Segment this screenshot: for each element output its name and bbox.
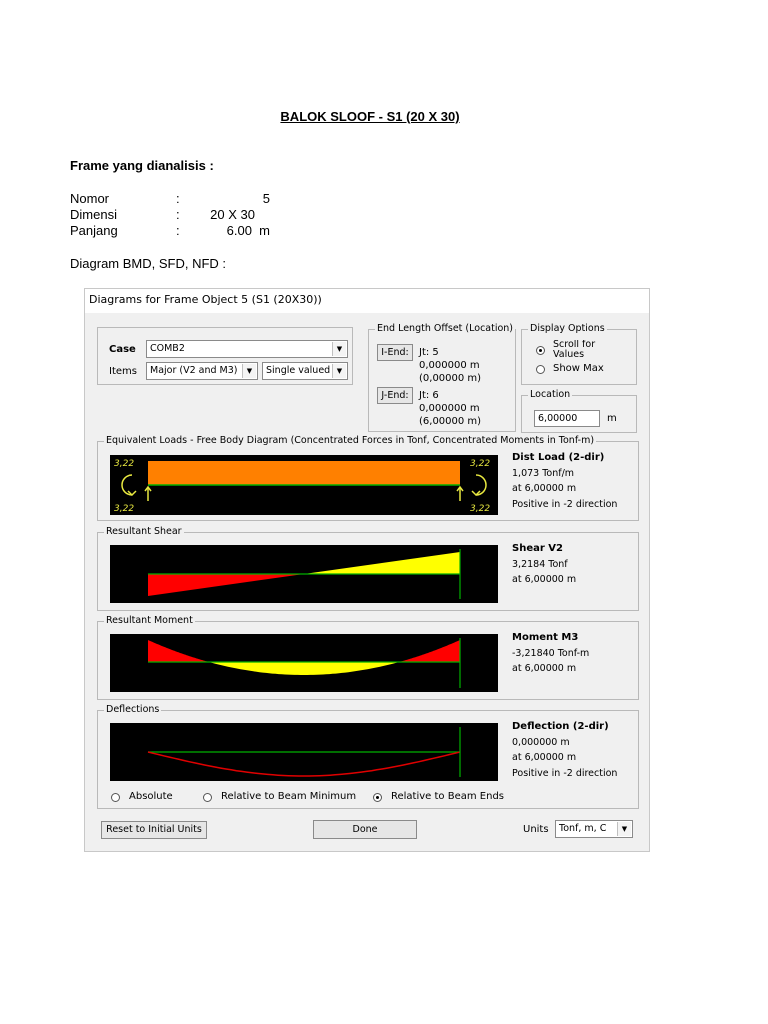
deflection-value: 0,000000 m — [512, 736, 570, 748]
resultant-moment-label: Resultant Moment — [104, 615, 195, 626]
resultant-shear-label: Resultant Shear — [104, 526, 184, 537]
section-title: Frame yang dianalisis : — [70, 158, 214, 173]
case-select[interactable]: COMB2 ▼ — [146, 340, 348, 358]
scroll-values-label: Scroll for Values — [553, 340, 596, 360]
location-unit: m — [607, 413, 617, 424]
i-end-offset: 0,000000 m — [419, 360, 480, 371]
info-colon: : — [176, 223, 180, 238]
moment-diagram — [110, 634, 498, 692]
chevron-down-icon: ▼ — [617, 822, 631, 836]
diagram-caption: Diagram BMD, SFD, NFD : — [70, 256, 227, 271]
i-end-location: (0,00000 m) — [419, 373, 482, 384]
moment-heading: Moment M3 — [512, 632, 579, 643]
items-mode-select[interactable]: Single valued ▼ — [262, 362, 348, 380]
location-input[interactable]: 6,00000 — [534, 410, 600, 427]
items-mode-value: Single valued — [266, 365, 331, 376]
moment-info: Moment M3 -3,21840 Tonf-m at 6,00000 m — [512, 630, 589, 677]
resultant-shear-panel: Resultant Shear Shear V2 3,2184 Tonf at … — [97, 526, 639, 611]
chevron-down-icon: ▼ — [332, 364, 346, 378]
distributed-load-bar — [148, 461, 460, 485]
document-title: BALOK SLOOF - S1 (20 X 30) — [280, 109, 460, 124]
dist-load-location: at 6,00000 m — [512, 483, 577, 494]
shear-diagram — [110, 545, 498, 603]
info-label: Panjang — [70, 223, 118, 238]
show-max-label: Show Max — [553, 363, 604, 374]
items-label: Items — [109, 366, 137, 377]
shear-info: Shear V2 3,2184 Tonf at 6,00000 m — [512, 541, 576, 588]
info-label: Nomor — [70, 191, 110, 206]
shear-value: 3,2184 Tonf — [512, 558, 568, 570]
done-button[interactable]: Done — [313, 820, 417, 839]
info-row-panjang: Panjang : 6.00 m — [70, 223, 330, 239]
info-value: 5 — [262, 191, 270, 206]
chevron-down-icon: ▼ — [332, 342, 346, 356]
load-diagram: 3,22 3,22 3,22 3,22 — [110, 455, 498, 515]
case-group: Case COMB2 ▼ Items Major (V2 and M3) ▼ S… — [97, 327, 353, 385]
info-row-nomor: Nomor : 5 — [70, 191, 330, 207]
deflection-heading: Deflection (2-dir) — [512, 721, 609, 732]
chevron-down-icon: ▼ — [242, 364, 256, 378]
dist-load-info: Dist Load (2-dir) 1,073 Tonf/m at 6,0000… — [512, 450, 617, 512]
case-select-value: COMB2 — [150, 343, 185, 354]
dialog-title: Diagrams for Frame Object 5 (S1 (20X30)) — [85, 289, 649, 313]
i-end-joint: Jt: 5 — [419, 347, 439, 358]
info-value: 6.00 m — [226, 223, 270, 238]
moment-location: at 6,00000 m — [512, 663, 577, 674]
deflection-location: at 6,00000 m — [512, 752, 577, 763]
info-value: 20 X 30 — [210, 207, 255, 222]
end-label-bottom-left: 3,22 — [114, 504, 134, 514]
dist-load-direction: Positive in -2 direction — [512, 498, 618, 510]
radio-scroll-values[interactable] — [536, 346, 545, 355]
display-options-group: Display Options Scroll for Values Show M… — [521, 323, 637, 385]
j-end-button[interactable]: J-End: — [377, 387, 413, 404]
shear-location: at 6,00000 m — [512, 574, 577, 585]
relative-min-label: Relative to Beam Minimum — [221, 791, 357, 802]
units-select-value: Tonf, m, C — [559, 823, 607, 834]
dist-load-heading: Dist Load (2-dir) — [512, 452, 605, 463]
items-select[interactable]: Major (V2 and M3) ▼ — [146, 362, 258, 380]
reset-units-button[interactable]: Reset to Initial Units — [101, 821, 207, 839]
end-label-bottom-right: 3,22 — [470, 504, 490, 514]
radio-absolute[interactable] — [111, 793, 120, 802]
moment-value: -3,21840 Tonf-m — [512, 647, 590, 659]
info-label: Dimensi — [70, 207, 117, 222]
location-group: Location 6,00000 m — [521, 389, 637, 433]
end-offset-group: End Length Offset (Location) I-End: Jt: … — [368, 323, 516, 432]
units-label: Units — [523, 824, 549, 835]
end-offset-group-label: End Length Offset (Location) — [375, 323, 516, 334]
absolute-label: Absolute — [129, 791, 173, 802]
i-end-button[interactable]: I-End: — [377, 344, 413, 361]
deflection-diagram — [110, 723, 498, 781]
equivalent-loads-label: Equivalent Loads - Free Body Diagram (Co… — [104, 435, 597, 446]
resultant-moment-panel: Resultant Moment Moment M3 -3,21840 Tonf… — [97, 615, 639, 700]
deflection-info: Deflection (2-dir) 0,000000 m at 6,00000… — [512, 719, 617, 781]
relative-ends-label: Relative to Beam Ends — [391, 791, 504, 802]
location-label: Location — [528, 389, 573, 400]
end-label-top-left: 3,22 — [114, 459, 134, 469]
dist-load-value: 1,073 Tonf/m — [512, 467, 575, 479]
radio-relative-min[interactable] — [203, 793, 212, 802]
deflections-panel: Deflections Deflection (2-dir) 0,000000 … — [97, 704, 639, 809]
display-options-label: Display Options — [528, 323, 607, 334]
j-end-joint: Jt: 6 — [419, 390, 439, 401]
equivalent-loads-panel: Equivalent Loads - Free Body Diagram (Co… — [97, 435, 639, 521]
items-select-value: Major (V2 and M3) — [150, 365, 238, 376]
radio-relative-ends[interactable] — [373, 793, 382, 802]
j-end-offset: 0,000000 m — [419, 403, 480, 414]
location-input-value: 6,00000 — [538, 413, 578, 424]
j-end-location: (6,00000 m) — [419, 416, 482, 427]
deflections-label: Deflections — [104, 704, 162, 715]
end-label-top-right: 3,22 — [470, 459, 490, 469]
case-label: Case — [109, 344, 136, 355]
deflection-direction: Positive in -2 direction — [512, 767, 618, 779]
units-select[interactable]: Tonf, m, C ▼ — [555, 820, 633, 838]
info-colon: : — [176, 207, 180, 222]
info-colon: : — [176, 191, 180, 206]
info-row-dimensi: Dimensi : 20 X 30 — [70, 207, 330, 223]
diagrams-dialog: Diagrams for Frame Object 5 (S1 (20X30))… — [84, 288, 650, 852]
shear-heading: Shear V2 — [512, 543, 563, 554]
radio-show-max[interactable] — [536, 365, 545, 374]
